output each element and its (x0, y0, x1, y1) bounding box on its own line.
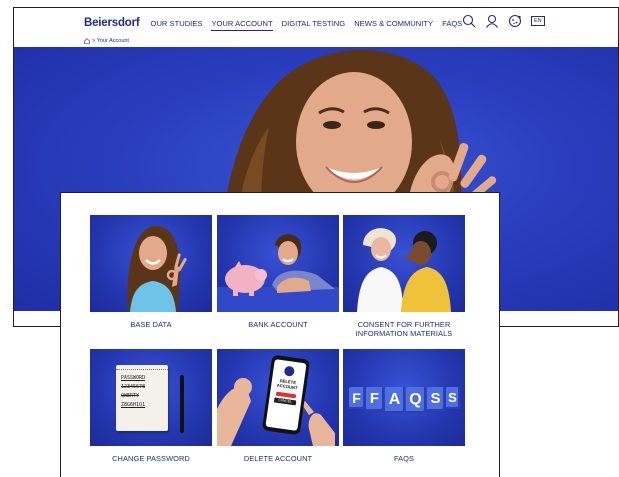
faq-block: S (445, 386, 460, 409)
tile-base-data[interactable]: BASE DATA (90, 215, 212, 329)
faq-block: Q (405, 386, 426, 413)
breadcrumb-current[interactable]: Your Account (97, 38, 129, 44)
tile-faqs-label: FAQS (393, 454, 415, 463)
note-line-3: QWERTY (121, 393, 140, 399)
note-line-1: PASSWORD (121, 375, 146, 381)
bank-account-image (217, 215, 339, 312)
search-icon[interactable] (462, 14, 476, 28)
brand-logo[interactable]: Beiersdorf (84, 17, 140, 29)
app-logo-icon (283, 365, 295, 377)
faq-block: S (426, 386, 445, 411)
faq-block: A (384, 386, 405, 413)
password-notepad: PASSWORD 12345678 QWERTY Z8G6H1Q1 (116, 365, 168, 431)
note-line-2: 12345678 (121, 384, 146, 390)
nav-news-community[interactable]: NEWS & COMMUNITY (354, 19, 433, 28)
tile-consent-label: CONSENT FOR FURTHER INFORMATION MATERIAL… (355, 320, 453, 338)
tile-delete-account[interactable]: DELETE ACCOUNT CANCEL DELETE ACCOUNT (217, 349, 339, 463)
tile-faqs[interactable]: F F A Q S S FAQS (343, 349, 465, 463)
tile-bank-account[interactable]: BANK ACCOUNT (217, 215, 339, 329)
nav-faqs[interactable]: FAQS (442, 19, 462, 28)
base-data-image (90, 215, 212, 312)
tile-bank-account-label: BANK ACCOUNT (248, 320, 308, 329)
tile-change-password-label: CHANGE PASSWORD (112, 454, 190, 463)
nav-digital-testing[interactable]: DIGITAL TESTING (282, 19, 346, 28)
nav-your-account[interactable]: YOUR ACCOUNT (211, 19, 273, 31)
nav-icon-group: EN (462, 14, 554, 28)
account-tiles-panel: BASE DATA BANK ACCOUNT CONSENT FOR FURTH… (60, 192, 500, 477)
faqs-image: F F A Q S S (343, 349, 465, 446)
faq-block: F (348, 386, 365, 409)
nav-our-studies[interactable]: OUR STUDIES (151, 19, 203, 28)
phone-cancel-button: CANCEL (273, 397, 297, 406)
pen-icon (180, 375, 184, 433)
tile-change-password[interactable]: PASSWORD 12345678 QWERTY Z8G6H1Q1 CHANGE… (90, 349, 212, 463)
cookie-icon[interactable] (508, 14, 522, 28)
change-password-image: PASSWORD 12345678 QWERTY Z8G6H1Q1 (90, 349, 212, 446)
consent-image (343, 215, 465, 312)
tile-delete-account-label: DELETE ACCOUNT (243, 454, 313, 463)
delete-account-image: DELETE ACCOUNT CANCEL (217, 349, 339, 446)
tile-base-data-label: BASE DATA (130, 320, 172, 329)
language-selector[interactable]: EN (531, 16, 545, 26)
tile-consent[interactable]: CONSENT FOR FURTHER INFORMATION MATERIAL… (343, 215, 465, 338)
user-icon[interactable] (485, 14, 499, 28)
faq-block: F (365, 386, 384, 411)
home-icon[interactable] (84, 38, 90, 44)
faq-blocks: F F A Q S S (348, 386, 460, 413)
breadcrumb: > Your Account (84, 38, 129, 44)
note-line-4: Z8G6H1Q1 (121, 402, 146, 408)
